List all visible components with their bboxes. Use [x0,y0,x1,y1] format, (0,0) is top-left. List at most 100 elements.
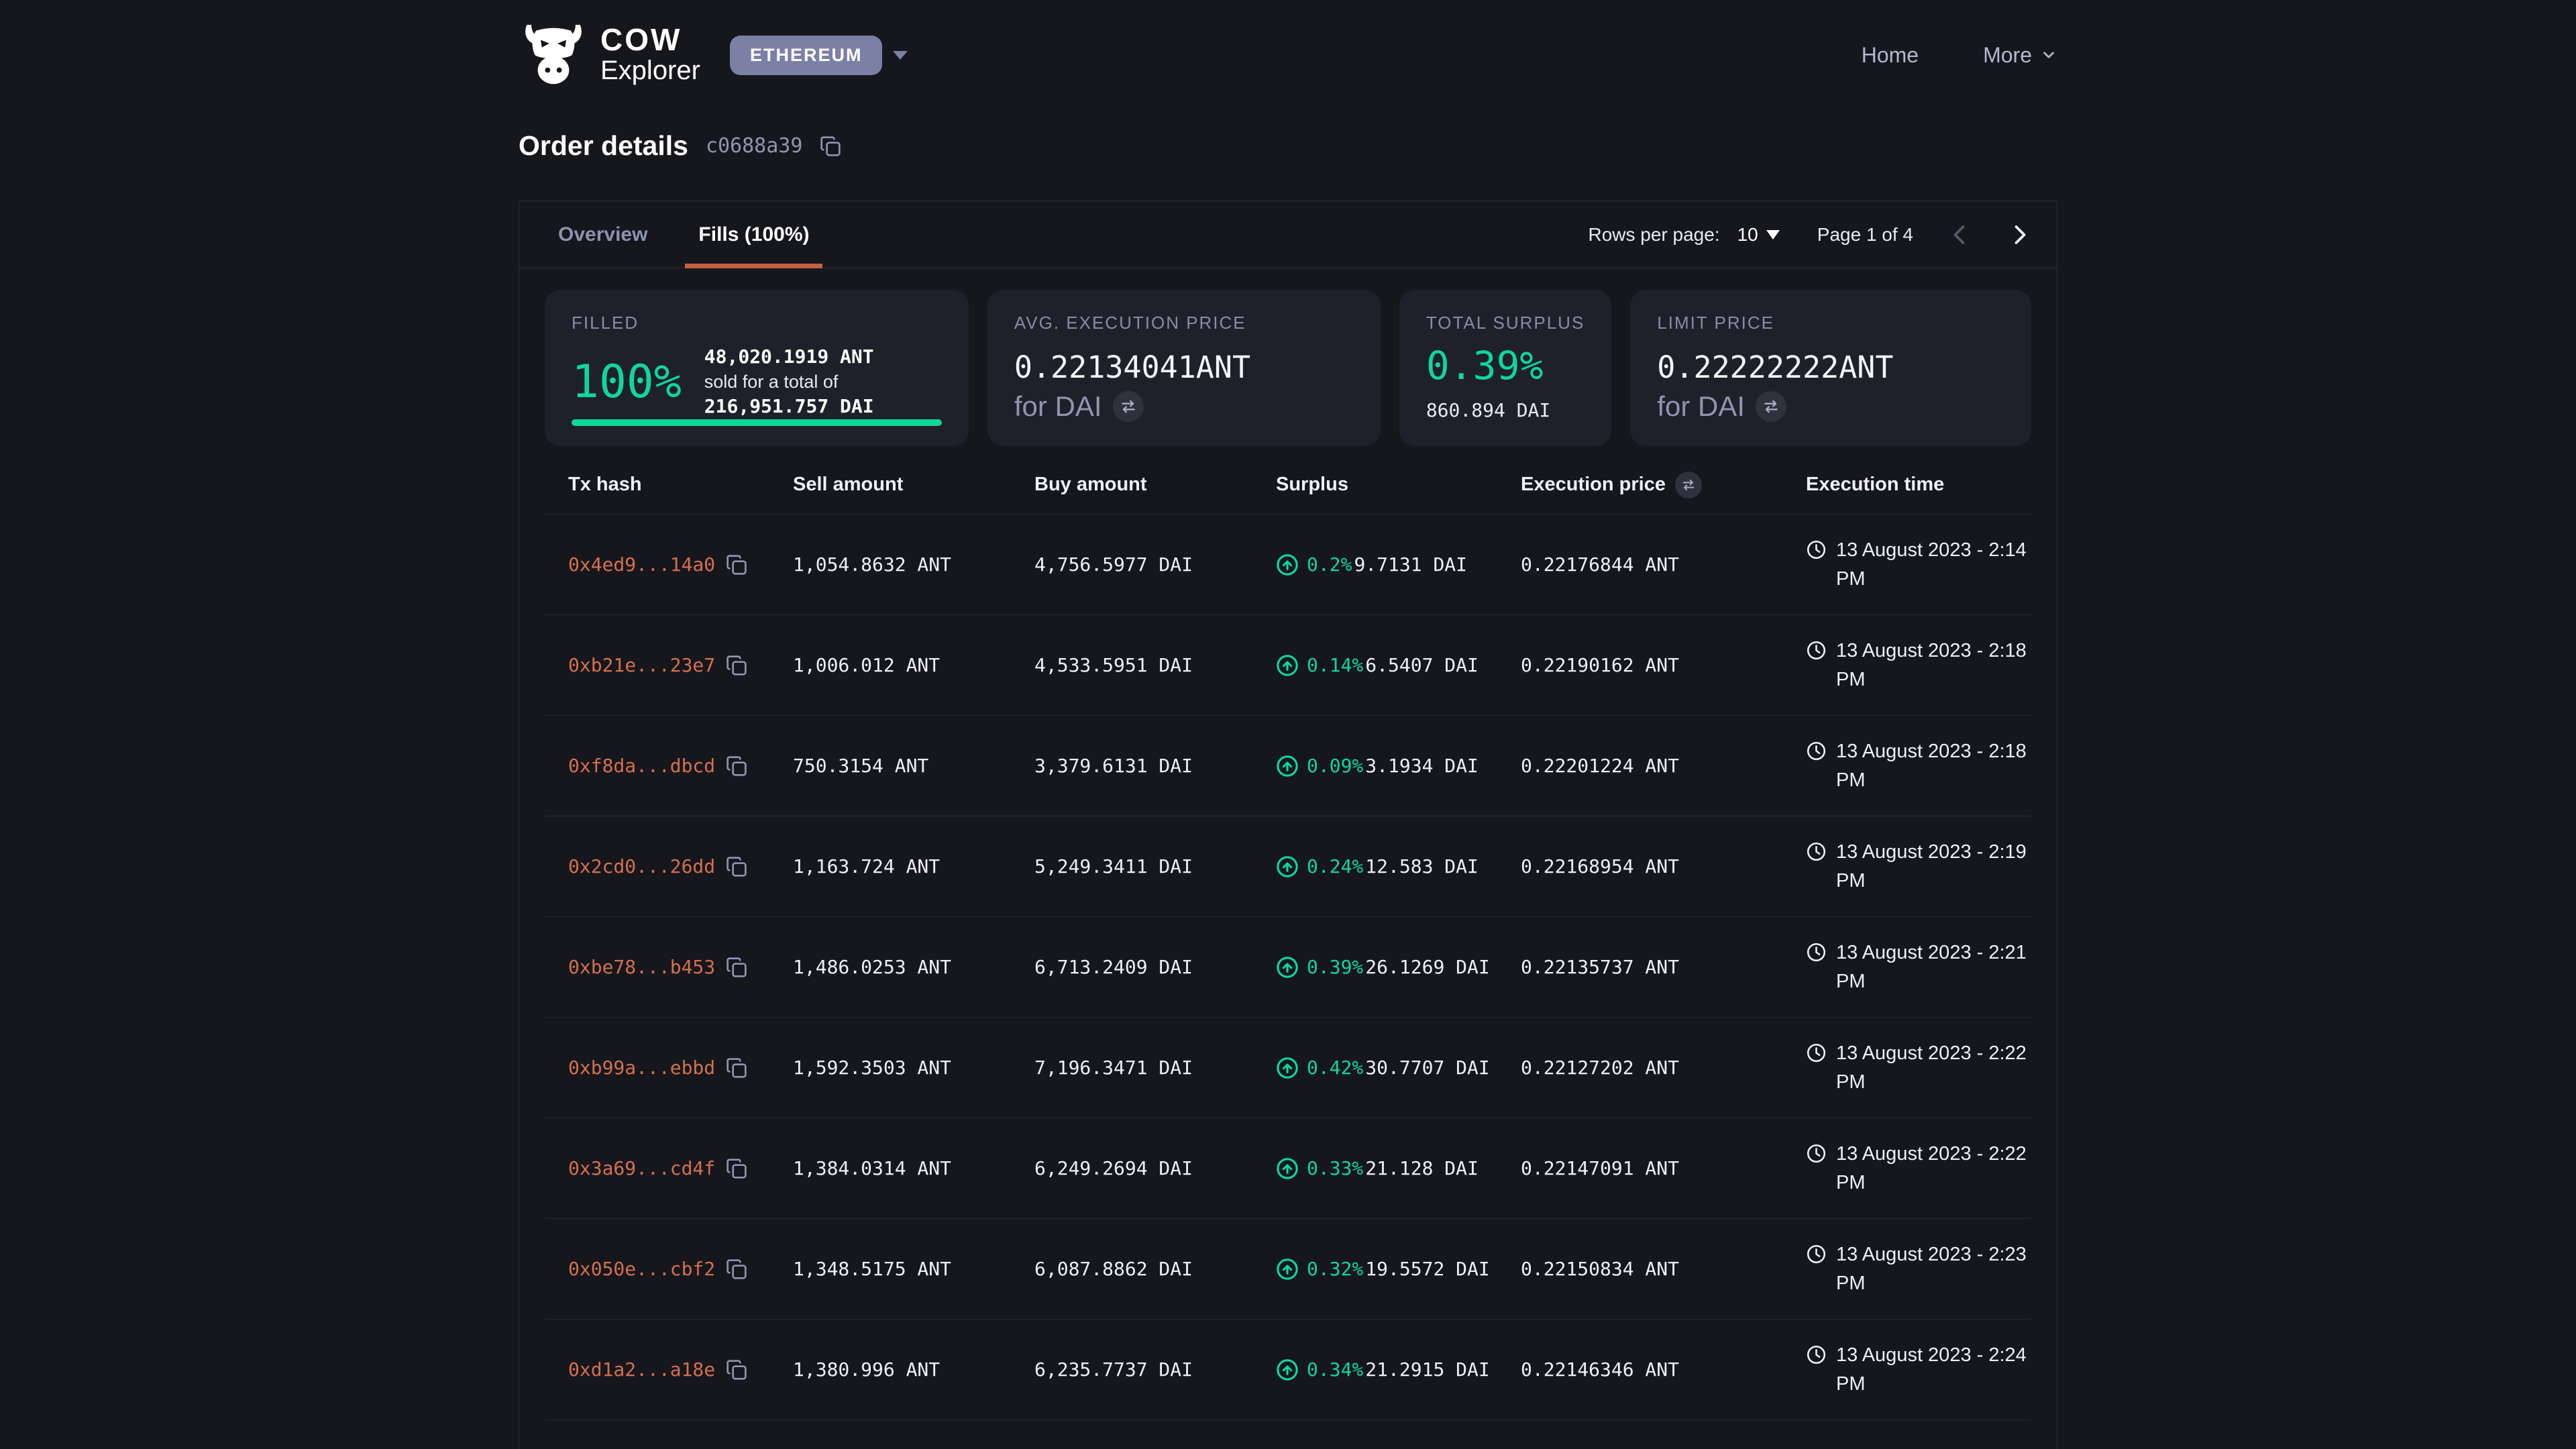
logo-line2: Explorer [600,55,700,86]
prev-page-button[interactable] [1948,223,1972,247]
nav-more[interactable]: More [1983,43,2057,68]
clock-icon [1806,841,1827,862]
copy-tx-hash-button[interactable] [726,655,747,676]
avg-price-label: AVG. EXECUTION PRICE [1014,313,1354,333]
title-row: Order details c0688a39 [519,130,2057,162]
invert-execution-price-button[interactable] [1675,472,1702,498]
execution-time: 13 August 2023 - 2:24 PM [1836,1341,2031,1397]
surplus-percent: 0.33% [1307,1157,1363,1179]
card-avg-execution-price: AVG. EXECUTION PRICE 0.22134041ANT for D… [987,290,1381,446]
invert-limit-price-button[interactable] [1756,391,1786,422]
clock-icon [1806,640,1827,661]
filled-percent: 100% [572,356,682,409]
clock-icon [1806,942,1827,963]
filled-progress-bar [572,419,942,426]
surplus-up-icon [1276,1057,1299,1079]
col-buy-amount: Buy amount [1034,474,1276,496]
copy-icon [726,1057,747,1079]
surplus-amount: 9.7131 DAI [1354,553,1467,576]
buy-amount: 6,087.8862 DAI [1034,1258,1276,1280]
execution-time-cell: 13 August 2023 - 2:23 PM [1806,1240,2031,1297]
tab-fills[interactable]: Fills (100%) [685,201,822,268]
tx-hash-link[interactable]: 0xd1a2...a18e [568,1358,715,1381]
col-surplus: Surplus [1276,474,1521,496]
total-surplus-amount: 860.894 DAI [1426,399,1585,421]
rows-per-page-select[interactable]: 10 [1737,224,1780,246]
copy-tx-hash-button[interactable] [726,1258,747,1280]
col-execution-price: Execution price [1521,472,1806,498]
sell-amount: 750.3154 ANT [793,755,1034,777]
buy-amount: 6,235.7737 DAI [1034,1358,1276,1381]
surplus-cell: 0.42% 30.7707 DAI [1276,1057,1521,1079]
invert-price-button[interactable] [1113,391,1144,422]
network-badge[interactable]: ETHEREUM [730,36,883,75]
network-selector[interactable]: ETHEREUM [730,36,908,75]
surplus-cell: 0.39% 26.1269 DAI [1276,956,1521,979]
swap-icon [1762,398,1780,415]
copy-tx-hash-button[interactable] [726,554,747,576]
next-page-button[interactable] [2007,223,2031,247]
tx-hash-link[interactable]: 0xb21e...23e7 [568,654,715,676]
tx-hash-link[interactable]: 0x2cd0...26dd [568,855,715,877]
copy-tx-hash-button[interactable] [726,957,747,978]
col-sell-amount: Sell amount [793,474,1034,496]
fills-table: Tx hash Sell amount Buy amount Surplus E… [545,455,2031,1449]
cow-explorer-logo[interactable]: COW Explorer [519,24,700,86]
filled-sold-total: 216,951.757 DAI [704,395,874,417]
tx-hash-link[interactable]: 0x3a69...cd4f [568,1157,715,1179]
header: COW Explorer ETHEREUM Home More [519,0,2057,87]
surplus-amount: 26.1269 DAI [1365,956,1489,978]
copy-tx-hash-button[interactable] [726,1057,747,1079]
tx-hash-link[interactable]: 0x050e...cbf2 [568,1258,715,1280]
copy-icon [726,856,747,877]
avg-price-value: 0.22134041ANT [1014,350,1354,385]
sell-amount: 1,486.0253 ANT [793,956,1034,978]
surplus-amount: 21.2915 DAI [1365,1358,1489,1381]
copy-tx-hash-button[interactable] [726,1359,747,1381]
surplus-up-icon [1276,755,1299,777]
surplus-cell: 0.24% 12.583 DAI [1276,855,1521,878]
copy-tx-hash-button[interactable] [726,1158,747,1179]
chevron-right-icon [2007,223,2031,247]
surplus-up-icon [1276,1358,1299,1381]
nav-more-label: More [1983,43,2032,68]
surplus-amount: 6.5407 DAI [1365,654,1479,676]
sell-amount: 1,384.0314 ANT [793,1157,1034,1179]
stat-cards: FILLED 100% 48,020.1919 ANT sold for a t… [545,290,2031,446]
logo-wordmark: COW Explorer [600,24,700,86]
tx-hash-link[interactable]: 0xf8da...dbcd [568,755,715,777]
swap-icon [1120,398,1137,415]
table-row: 0x3a69...cd4f 1,384.0314 ANT 6,249.2694 … [545,1118,2031,1219]
surplus-amount: 12.583 DAI [1365,855,1479,877]
card-limit-price: LIMIT PRICE 0.22222222ANT for DAI [1630,290,2031,446]
nav-home-label: Home [1862,43,1919,68]
logo-line1: COW [600,24,700,55]
tx-hash-link[interactable]: 0xbe78...b453 [568,956,715,978]
surplus-cell: 0.33% 21.128 DAI [1276,1157,1521,1180]
tx-hash-link[interactable]: 0xb99a...ebbd [568,1057,715,1079]
execution-time: 13 August 2023 - 2:21 PM [1836,938,2031,995]
sell-amount: 1,054.8632 ANT [793,553,1034,576]
filled-amount: 48,020.1919 ANT [704,345,874,368]
card-filled-label: FILLED [572,313,942,333]
copy-icon [726,655,747,676]
execution-price: 0.22147091 ANT [1521,1157,1806,1179]
buy-amount: 7,196.3471 DAI [1034,1057,1276,1079]
execution-time: 13 August 2023 - 2:18 PM [1836,737,2031,794]
nav-home[interactable]: Home [1862,43,1919,68]
copy-order-hash-button[interactable] [820,136,841,157]
execution-time-cell: 13 August 2023 - 2:22 PM [1806,1039,2031,1095]
copy-tx-hash-button[interactable] [726,755,747,777]
tx-hash-link[interactable]: 0x4ed9...14a0 [568,553,715,576]
sell-amount: 1,592.3503 ANT [793,1057,1034,1079]
filled-sold-prefix: sold for a total of [704,372,839,392]
surplus-amount: 30.7707 DAI [1365,1057,1489,1079]
tab-overview[interactable]: Overview [545,201,661,268]
page-indicator: Page 1 of 4 [1817,224,1913,246]
execution-time-cell: 13 August 2023 - 2:14 PM [1806,536,2031,592]
sell-amount: 1,348.5175 ANT [793,1258,1034,1280]
buy-amount: 4,533.5951 DAI [1034,654,1276,676]
execution-price: 0.22150834 ANT [1521,1258,1806,1280]
copy-tx-hash-button[interactable] [726,856,747,877]
card-total-surplus: TOTAL SURPLUS 0.39% 860.894 DAI [1399,290,1611,446]
